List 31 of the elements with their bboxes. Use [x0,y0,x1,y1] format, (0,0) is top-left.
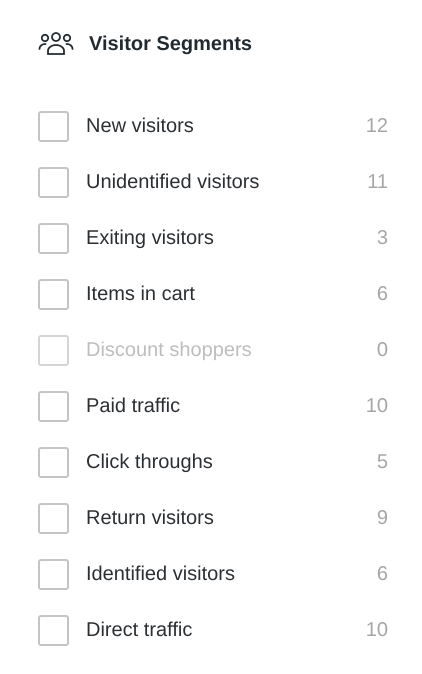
segment-label: Return visitors [86,506,215,530]
segment-label: New visitors [86,114,195,138]
checkbox[interactable] [38,558,69,590]
checkbox[interactable] [38,390,69,422]
checkbox[interactable] [38,614,69,646]
segment-label: Direct traffic [86,618,194,642]
segment-count: 5 [376,450,388,474]
segment-count: 11 [367,170,388,194]
segment-label: Paid traffic [86,394,182,418]
checkbox[interactable] [38,446,69,478]
segment-count: 0 [376,338,388,362]
segment-label: Click throughs [86,450,214,474]
users-icon [38,32,74,56]
segment-label: Items in cart [86,282,196,306]
segment-label: Discount shoppers [86,338,253,362]
segment-count: 10 [366,618,388,642]
checkbox[interactable] [38,278,69,310]
segment-count: 12 [366,114,388,138]
segment-count: 3 [376,226,388,250]
panel-title: Visitor Segments [89,32,252,56]
checkbox[interactable] [38,110,69,142]
checkbox[interactable] [38,502,69,534]
segment-count: 10 [366,394,388,418]
segment-count: 6 [376,562,388,586]
segment-label: Unidentified visitors [86,170,260,194]
segment-label: Identified visitors [86,562,236,586]
checkbox[interactable] [38,166,69,198]
segment-count: 9 [376,506,388,530]
segment-label: Exiting visitors [86,226,215,250]
checkbox[interactable] [38,222,69,254]
segment-count: 6 [376,282,388,306]
